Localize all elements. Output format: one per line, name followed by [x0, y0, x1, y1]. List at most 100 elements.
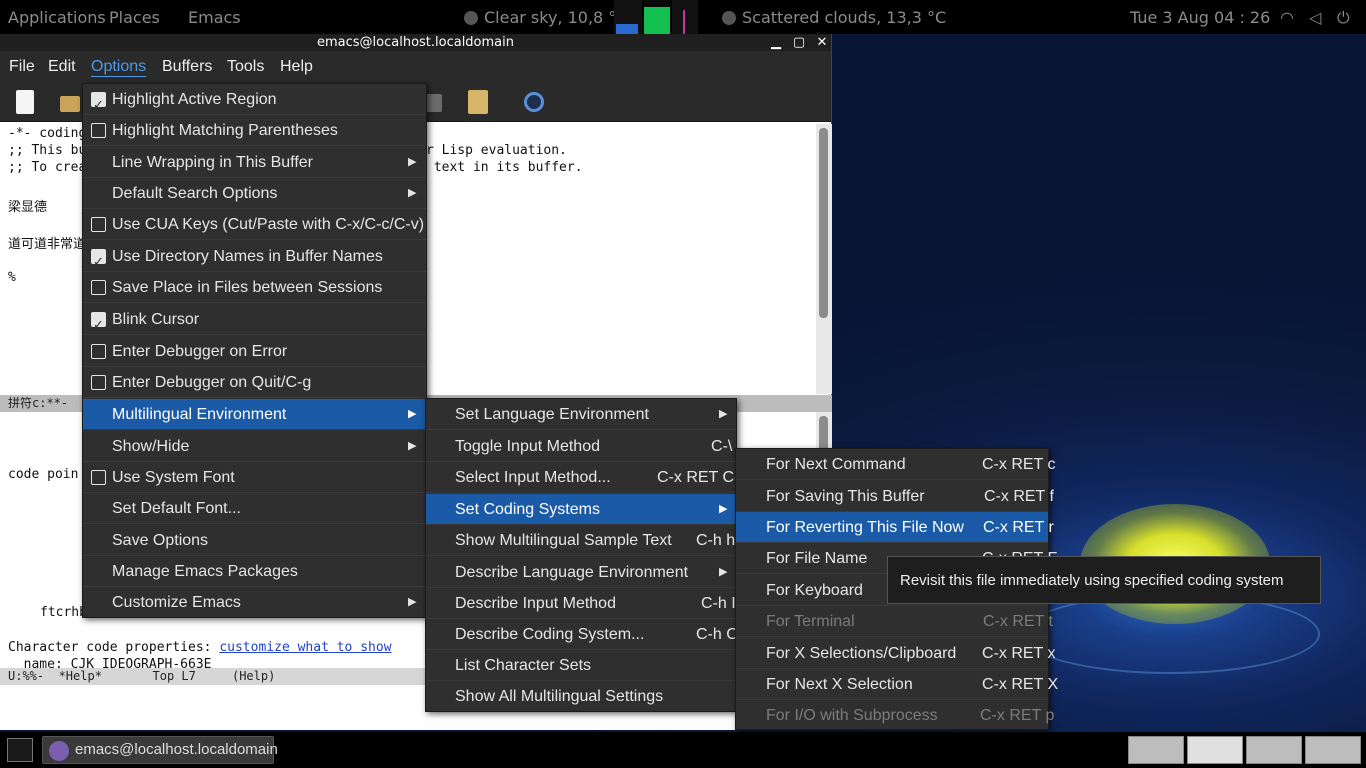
upper-scrollbar[interactable] — [816, 124, 832, 394]
buffer-line: ;; To crea — [8, 160, 87, 175]
weather-local[interactable]: Clear sky, 10,8 °C — [464, 8, 627, 27]
buffer-line: 道可道非常道 — [8, 237, 87, 252]
workspace-4[interactable] — [1305, 736, 1361, 764]
workspace-2[interactable] — [1187, 736, 1243, 764]
coding-item-saving-buffer[interactable]: For Saving This Buffer C-x RET f — [736, 481, 1054, 512]
checkbox-unchecked[interactable] — [91, 375, 106, 390]
options-item-highlight-active-region[interactable]: Highlight Active Region — [83, 84, 426, 121]
checkbox-checked[interactable] — [91, 310, 106, 341]
weather-remote[interactable]: Scattered clouds, 13,3 °C — [722, 8, 946, 27]
mule-item-char-sets[interactable]: List Character Sets — [426, 650, 736, 681]
options-item-debug-error[interactable]: Enter Debugger on Error — [83, 336, 426, 367]
paste-icon[interactable] — [468, 90, 488, 114]
checkbox-unchecked[interactable] — [91, 344, 106, 359]
menu-tools[interactable]: Tools — [227, 58, 264, 76]
places-menu[interactable]: Places — [109, 8, 160, 27]
search-icon[interactable] — [524, 92, 544, 112]
options-item-default-font[interactable]: Set Default Font... — [83, 493, 426, 524]
coding-item-subprocess[interactable]: For I/O with Subprocess C-x RET p — [736, 700, 1054, 731]
power-icon[interactable]: ⏻ — [1337, 8, 1350, 28]
volume-icon[interactable]: ◁ — [1309, 8, 1321, 27]
window-titlebar[interactable]: emacs@localhost.localdomain ▁ ▢ ✕ — [0, 34, 831, 51]
item-shortcut: C-x RET C-\ — [657, 469, 744, 486]
top-panel: Applications Places Emacs Clear sky, 10,… — [0, 0, 1366, 34]
mule-item-language-env[interactable]: Set Language Environment ▶ — [426, 399, 736, 430]
item-label: Multilingual Environment — [112, 406, 287, 423]
item-label: For File Name — [766, 550, 868, 567]
options-item-show-hide[interactable]: Show/Hide ▶ — [83, 431, 426, 462]
options-item-customize[interactable]: Customize Emacs ▶ — [83, 587, 426, 618]
emacs-icon — [49, 741, 69, 761]
applications-menu[interactable]: Applications — [8, 8, 106, 27]
char-props-line: Character code properties: customize wha… — [8, 640, 392, 655]
menu-buffers[interactable]: Buffers — [162, 58, 212, 76]
workspace-1[interactable] — [1128, 736, 1184, 764]
scrollbar-thumb[interactable] — [819, 128, 828, 318]
item-label: Select Input Method... — [455, 469, 611, 486]
options-item-line-wrapping[interactable]: Line Wrapping in This Buffer ▶ — [83, 147, 426, 178]
menu-edit[interactable]: Edit — [48, 58, 76, 76]
options-item-directory-names[interactable]: Use Directory Names in Buffer Names — [83, 241, 426, 278]
submenu-arrow-icon: ▶ — [408, 596, 417, 608]
show-desktop-icon[interactable] — [7, 738, 33, 762]
new-file-icon[interactable] — [16, 90, 34, 114]
options-item-save-place[interactable]: Save Place in Files between Sessions — [83, 272, 426, 303]
coding-item-terminal[interactable]: For Terminal C-x RET t — [736, 606, 1053, 637]
options-item-search-options[interactable]: Default Search Options ▶ — [83, 178, 426, 209]
checkbox-unchecked[interactable] — [91, 123, 106, 138]
mule-item-all-settings[interactable]: Show All Multilingual Settings — [426, 681, 736, 712]
workspace-3[interactable] — [1246, 736, 1302, 764]
item-shortcut: C-x RET f — [984, 488, 1054, 505]
options-menu: Highlight Active Region Highlight Matchi… — [82, 83, 427, 618]
customize-link[interactable]: customize what to show — [219, 640, 391, 655]
maximize-button[interactable]: ▢ — [789, 34, 809, 51]
coding-item-x-selections[interactable]: For X Selections/Clipboard C-x RET x — [736, 638, 1055, 669]
coding-item-next-x-selection[interactable]: For Next X Selection C-x RET X — [736, 669, 1058, 700]
checkbox-unchecked[interactable] — [91, 470, 106, 485]
options-item-blink-cursor[interactable]: Blink Cursor — [83, 304, 426, 341]
mule-item-describe-coding[interactable]: Describe Coding System... C-h C — [426, 619, 738, 650]
item-shortcut: C-h I — [701, 595, 736, 612]
menu-help[interactable]: Help — [280, 58, 313, 76]
options-item-system-font[interactable]: Use System Font — [83, 462, 426, 493]
item-label: List Character Sets — [455, 657, 592, 674]
submenu-arrow-icon: ▶ — [719, 503, 728, 515]
coding-item-next-command[interactable]: For Next Command C-x RET c — [736, 449, 1055, 480]
item-label: Highlight Active Region — [112, 91, 277, 108]
coding-item-reverting-file[interactable]: For Reverting This File Now C-x RET r — [736, 512, 1054, 543]
item-label: Default Search Options — [112, 185, 278, 202]
mule-item-toggle-input[interactable]: Toggle Input Method C-\ — [426, 431, 736, 462]
options-item-packages[interactable]: Manage Emacs Packages — [83, 556, 426, 587]
options-item-debug-quit[interactable]: Enter Debugger on Quit/C-g — [83, 367, 426, 398]
item-shortcut: C-\ — [711, 438, 733, 455]
moon-icon — [464, 11, 478, 25]
mule-item-describe-language[interactable]: Describe Language Environment ▶ — [426, 557, 736, 588]
checkbox-unchecked[interactable] — [91, 217, 106, 232]
options-item-highlight-parens[interactable]: Highlight Matching Parentheses — [83, 115, 426, 146]
options-item-cua-keys[interactable]: Use CUA Keys (Cut/Paste with C-x/C-c/C-v… — [83, 209, 426, 240]
wifi-icon[interactable]: ◠ — [1280, 8, 1294, 27]
checkbox-checked[interactable] — [91, 90, 106, 121]
mule-item-select-input[interactable]: Select Input Method... C-x RET C-\ — [426, 462, 744, 493]
checkbox-unchecked[interactable] — [91, 280, 106, 295]
weather-local-text: Clear sky, 10,8 °C — [484, 8, 628, 27]
open-folder-icon[interactable] — [60, 96, 80, 112]
buffer-line: 梁显德 — [8, 200, 48, 215]
active-app-menu[interactable]: Emacs — [188, 8, 241, 27]
taskbar-emacs-button[interactable]: emacs@localhost.localdomain — [42, 736, 278, 764]
checkbox-checked[interactable] — [91, 247, 106, 278]
close-button[interactable]: ✕ — [812, 34, 832, 51]
mule-item-coding-systems[interactable]: Set Coding Systems ▶ — [426, 494, 736, 525]
item-label: Save Place in Files between Sessions — [112, 279, 383, 296]
menu-file[interactable]: File — [9, 58, 35, 76]
options-item-save-options[interactable]: Save Options — [83, 525, 426, 556]
mule-item-sample-text[interactable]: Show Multilingual Sample Text C-h h — [426, 525, 736, 556]
menu-options[interactable]: Options — [91, 58, 147, 77]
item-label: For Reverting This File Now — [766, 519, 964, 536]
minimize-button[interactable]: ▁ — [766, 34, 786, 51]
taskbar: emacs@localhost.localdomain — [0, 732, 1366, 768]
item-shortcut: C-x RET c — [982, 456, 1056, 473]
mule-item-describe-input[interactable]: Describe Input Method C-h I — [426, 588, 736, 619]
clock[interactable]: Tue 3 Aug 04 : 26 — [1130, 8, 1270, 27]
options-item-multilingual[interactable]: Multilingual Environment ▶ — [83, 399, 426, 430]
